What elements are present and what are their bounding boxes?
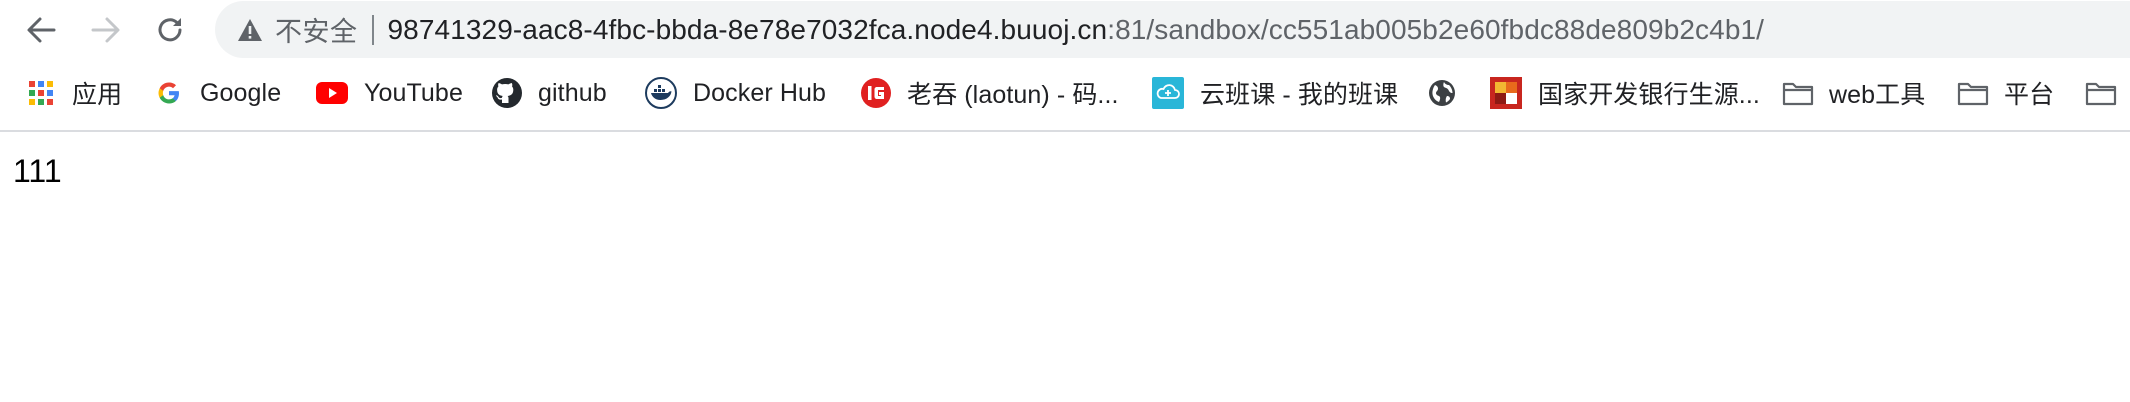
browser-window: 不安全 98741329-aac8-4fbc-bbda-8e78e7032fca… [0, 0, 2130, 402]
bookmark-label: 平台 [2004, 81, 2055, 109]
toolbar-divider [0, 130, 2130, 132]
browser-toolbar: 不安全 98741329-aac8-4fbc-bbda-8e78e7032fca… [0, 0, 2130, 60]
youtube-icon [316, 79, 348, 107]
back-button[interactable] [19, 8, 63, 52]
arrow-left-icon [27, 17, 56, 43]
bookmark-label: 老吞 (laotun) - 码... [907, 81, 1119, 109]
omnibox-divider [371, 14, 374, 45]
apps-grid-icon [27, 79, 55, 107]
cdb-icon [1490, 77, 1522, 109]
bookmark-label: 应用 [72, 81, 123, 109]
reload-button[interactable] [148, 8, 192, 52]
url-path: :81/sandbox/cc551ab005b2e60fbdc88de809b2… [1107, 13, 1765, 45]
security-indicator[interactable]: 不安全 [237, 10, 358, 50]
bookmark-label: 云班课 - 我的班课 [1200, 81, 1399, 109]
cloud-class-icon [1152, 77, 1184, 109]
bookmark-cdb[interactable]: 国家开发银行生源... [1490, 73, 1760, 113]
bookmark-apps[interactable]: 应用 [27, 73, 122, 113]
security-label: 不安全 [275, 17, 358, 47]
bookmark-cloud-class[interactable]: 云班课 - 我的班课 [1152, 73, 1398, 113]
laotun-icon [860, 77, 892, 109]
bookmark-youtube[interactable]: YouTube [316, 73, 463, 113]
bookmark-docker-hub[interactable]: Docker Hub [645, 73, 826, 113]
warning-icon [238, 18, 262, 41]
arrow-right-icon [91, 17, 120, 43]
bookmark-folder-platform[interactable]: 平台 [1957, 73, 2054, 113]
bookmark-google[interactable]: Google [155, 73, 281, 113]
bookmark-label: Docker Hub [693, 78, 826, 107]
bookmarks-bar: 应用 Google YouTube github Docker Hub 老吞 (… [0, 72, 2130, 114]
url-host: 98741329-aac8-4fbc-bbda-8e78e7032fca.nod… [387, 13, 1108, 45]
docker-icon [645, 77, 677, 109]
url-text[interactable]: 98741329-aac8-4fbc-bbda-8e78e7032fca.nod… [388, 14, 1765, 46]
address-bar[interactable]: 不安全 98741329-aac8-4fbc-bbda-8e78e7032fca… [215, 1, 2130, 58]
folder-icon [1957, 79, 1989, 107]
reload-icon [158, 18, 182, 42]
globe-icon [1427, 78, 1457, 108]
bookmark-label: YouTube [364, 78, 463, 107]
bookmark-label: web工具 [1829, 81, 1926, 109]
bookmark-label: github [538, 78, 607, 107]
page-body-text: 111 [13, 153, 62, 189]
bookmark-folder-web-tools[interactable]: web工具 [1782, 73, 1925, 113]
bookmark-label: 国家开发银行生源... [1538, 81, 1760, 109]
bookmark-laotun[interactable]: 老吞 (laotun) - 码... [860, 73, 1119, 113]
bookmark-github[interactable]: github [491, 73, 607, 113]
google-icon [155, 79, 183, 107]
bookmark-label: Google [200, 78, 282, 107]
folder-icon [2085, 79, 2117, 107]
bookmark-folder-overflow[interactable] [2085, 73, 2117, 113]
bookmark-globe[interactable] [1427, 73, 1457, 113]
github-icon [491, 77, 523, 109]
folder-icon [1782, 79, 1814, 107]
forward-button[interactable] [84, 8, 128, 52]
